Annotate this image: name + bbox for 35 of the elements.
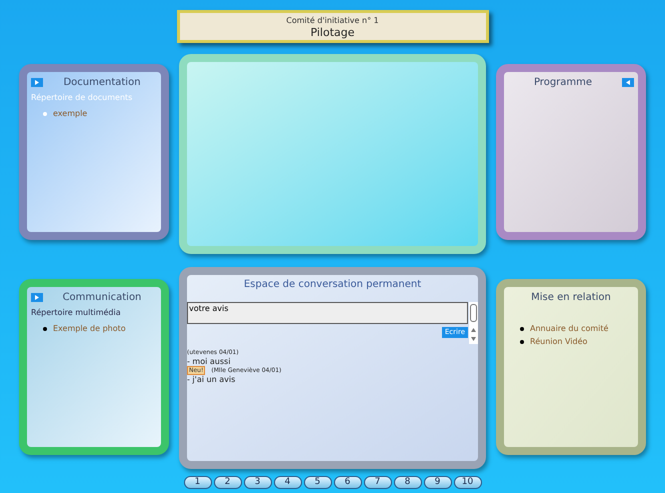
arrow-down-icon	[471, 337, 476, 341]
section-label: Répertoire multimédia	[31, 307, 122, 319]
panel-title: Documentation	[62, 76, 142, 90]
section-label: Répertoire de documents	[31, 92, 134, 104]
panel-title: Communication	[62, 291, 142, 305]
arrow-up-icon	[471, 328, 476, 332]
page-button[interactable]: 10	[454, 476, 482, 489]
page-button[interactable]: 7	[364, 476, 392, 489]
message-text: - j'ai un avis	[187, 375, 236, 384]
link[interactable]: Annuaire du comité	[530, 323, 608, 335]
header-title: Pilotage	[310, 26, 355, 38]
scrollbar[interactable]	[469, 302, 478, 344]
page-button[interactable]: 1	[184, 476, 212, 489]
link[interactable]: Exemple de photo	[53, 323, 126, 335]
caret-left-icon	[626, 80, 630, 85]
page-button[interactable]: 3	[244, 476, 272, 489]
page-button[interactable]: 4	[274, 476, 302, 489]
caret-right-icon	[35, 295, 39, 300]
panel-title: Programme	[532, 76, 594, 90]
link[interactable]: Réunion Vidéo	[530, 336, 588, 348]
page-button[interactable]: 6	[334, 476, 362, 489]
caret-right-icon	[35, 80, 39, 85]
page-button[interactable]: 2	[214, 476, 242, 489]
message-text: - moi aussi	[187, 357, 232, 366]
header-subtitle: Comité d'initiative n° 1	[286, 14, 379, 26]
page-button[interactable]: 9	[424, 476, 452, 489]
toggle-button[interactable]	[31, 293, 43, 302]
panel-title: Mise en relation	[530, 291, 612, 305]
panel-title: Espace de conversation permanent	[242, 278, 422, 292]
toggle-button[interactable]	[31, 78, 43, 87]
toggle-button[interactable]	[622, 78, 634, 87]
message-field[interactable]: votre avis	[187, 302, 468, 324]
page-button[interactable]: 8	[394, 476, 422, 489]
link[interactable]: exemple	[53, 108, 88, 120]
page-button[interactable]: 5	[304, 476, 332, 489]
